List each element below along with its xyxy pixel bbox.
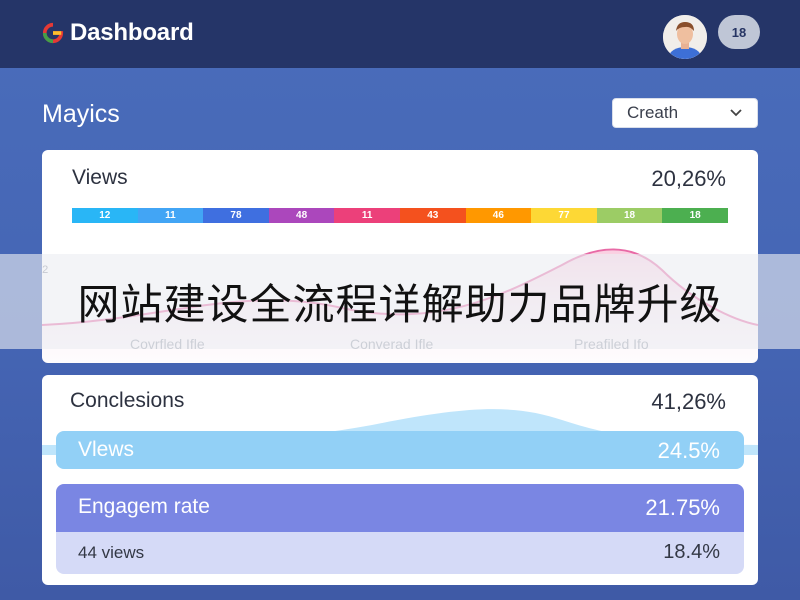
segment: 77 (531, 208, 597, 223)
app-title: Dashboard (70, 19, 194, 46)
conclusions-card-title: Conclesions (70, 389, 185, 412)
chevron-down-icon (730, 109, 742, 117)
views-card-title: Views (72, 166, 128, 189)
filter-select-value: Creath (627, 103, 679, 122)
section-title: Mayics (42, 100, 120, 128)
engagement-row-label: Engagem rate (78, 495, 210, 518)
overlay-banner: 网站建设全流程详解助力品牌升级 (0, 254, 800, 349)
views-count-value: 18.4% (663, 541, 720, 563)
segment: 11 (334, 208, 400, 223)
g-logo-icon (42, 22, 64, 44)
views-card-value: 20,26% (651, 166, 726, 191)
views-row[interactable]: Vlews 24.5% (56, 431, 744, 469)
user-avatar-icon (663, 15, 707, 59)
app-logo[interactable]: Dashboard (42, 16, 194, 50)
views-row-value: 24.5% (657, 438, 720, 463)
segment: 18 (662, 208, 728, 223)
segment: 11 (137, 208, 204, 223)
segment: 46 (465, 208, 532, 223)
notification-badge[interactable]: 18 (718, 15, 760, 49)
segment: 12 (72, 208, 138, 223)
conclusions-card: Conclesions 41,26% Vlews 24.5% Engagem r… (42, 375, 758, 585)
filter-select[interactable]: Creath (612, 98, 758, 128)
segment: 48 (268, 208, 335, 223)
top-bar: Dashboard 18 (0, 0, 800, 68)
views-count-row[interactable]: 44 views 18.4% (56, 532, 744, 574)
segment: 43 (399, 208, 466, 223)
segment: 18 (596, 208, 663, 223)
views-row-label: Vlews (78, 438, 135, 461)
segment: 78 (203, 208, 269, 223)
conclusions-card-value: 41,26% (651, 389, 726, 414)
views-count-label: 44 views (78, 543, 145, 562)
user-avatar[interactable] (663, 15, 707, 59)
banner-text: 网站建设全流程详解助力品牌升级 (77, 280, 723, 329)
engagement-row[interactable]: Engagem rate 21.75% (56, 484, 744, 532)
segment-bar: 12 11 78 48 11 43 46 77 18 18 (72, 208, 728, 223)
engagement-row-value: 21.75% (645, 495, 720, 520)
